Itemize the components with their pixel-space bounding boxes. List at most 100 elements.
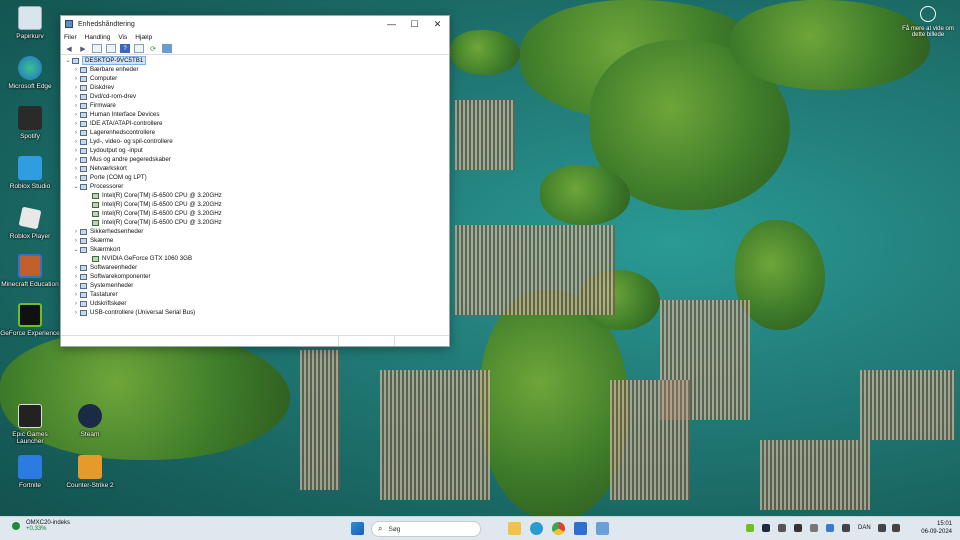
- tree-category[interactable]: › Bærbare enheder: [64, 65, 449, 74]
- expand-icon[interactable]: ›: [72, 130, 80, 136]
- expand-icon[interactable]: ›: [72, 310, 80, 316]
- expand-icon[interactable]: ›: [72, 76, 80, 82]
- expand-icon[interactable]: ›: [72, 274, 80, 280]
- expand-icon[interactable]: ›: [72, 85, 80, 91]
- scan-hardware-icon[interactable]: [162, 44, 172, 53]
- tray-icon[interactable]: [794, 524, 802, 532]
- tree-category[interactable]: › Sikkerhedsenheder: [64, 227, 449, 236]
- start-icon[interactable]: [351, 522, 364, 535]
- desktop-icon-fortnite[interactable]: Fortnite: [0, 455, 60, 489]
- collapse-icon[interactable]: ⌄: [72, 183, 80, 190]
- store-icon[interactable]: [574, 522, 587, 535]
- stock-widget[interactable]: OMXC20-indeks +0,33%: [26, 520, 70, 532]
- tree-category[interactable]: › USB-controllere (Universal Serial Bus): [64, 308, 449, 317]
- expand-icon[interactable]: ›: [72, 292, 80, 298]
- tree-category[interactable]: › Lyd-, video- og spil-controllere: [64, 137, 449, 146]
- expand-icon[interactable]: ›: [72, 238, 80, 244]
- desktop-icon-recycle-bin[interactable]: Papirkurv: [0, 6, 60, 40]
- tree-category[interactable]: › Udskriftskøer: [64, 299, 449, 308]
- maximize-button[interactable]: ☐: [403, 16, 426, 32]
- expand-icon[interactable]: ›: [72, 67, 80, 73]
- tree-category[interactable]: › Computer: [64, 74, 449, 83]
- tree-category[interactable]: › Porte (COM og LPT): [64, 173, 449, 182]
- menu-action[interactable]: Handling: [85, 34, 111, 41]
- tree-root[interactable]: ⌄ DESKTOP-9VC5TB1: [64, 56, 449, 65]
- title-bar[interactable]: Enhedshåndtering — ☐ ✕: [61, 16, 449, 32]
- volume-icon[interactable]: [892, 524, 900, 532]
- collapse-icon[interactable]: ⌄: [72, 246, 80, 253]
- menu-file[interactable]: Filer: [64, 34, 77, 41]
- tree-category[interactable]: › Systemenheder: [64, 281, 449, 290]
- tree-device[interactable]: Intel(R) Core(TM) i5-6500 CPU @ 3.20GHz: [64, 218, 449, 227]
- properties-icon[interactable]: [106, 44, 116, 53]
- tree-category[interactable]: ⌄ Processorer: [64, 182, 449, 191]
- forward-arrow-icon[interactable]: ▶: [78, 44, 88, 53]
- expand-icon[interactable]: ›: [72, 139, 80, 145]
- tree-category[interactable]: › Diskdrev: [64, 83, 449, 92]
- tree-category[interactable]: › Skærme: [64, 236, 449, 245]
- back-arrow-icon[interactable]: ◀: [64, 44, 74, 53]
- steam-tray-icon[interactable]: [762, 524, 770, 532]
- close-button[interactable]: ✕: [426, 16, 449, 32]
- desktop-icon-geforce-experience[interactable]: GeForce Experience: [0, 303, 60, 337]
- tree-device[interactable]: Intel(R) Core(TM) i5-6500 CPU @ 3.20GHz: [64, 200, 449, 209]
- desktop-icon-roblox-player[interactable]: Roblox Player: [0, 206, 60, 240]
- expand-icon[interactable]: ›: [72, 229, 80, 235]
- desktop-icon-spotify[interactable]: Spotify: [0, 106, 60, 140]
- file-explorer-icon[interactable]: [508, 522, 521, 535]
- tray-icon[interactable]: [778, 524, 786, 532]
- tree-category[interactable]: ⌄ Skærmkort: [64, 245, 449, 254]
- tree-category[interactable]: › Softwareenheder: [64, 263, 449, 272]
- expand-icon[interactable]: ›: [72, 148, 80, 154]
- expand-icon[interactable]: ›: [72, 94, 80, 100]
- help-icon[interactable]: ?: [120, 44, 130, 53]
- tree-category[interactable]: › Lagerenhedscontrollere: [64, 128, 449, 137]
- tree-category[interactable]: › Dvd/cd-rom-drev: [64, 92, 449, 101]
- tree-category[interactable]: › Human Interface Devices: [64, 110, 449, 119]
- tree-category[interactable]: › Mus og andre pegeredskaber: [64, 155, 449, 164]
- expand-icon[interactable]: ›: [72, 301, 80, 307]
- expand-icon[interactable]: ›: [72, 283, 80, 289]
- search-box[interactable]: ⌕ Søg: [371, 521, 481, 537]
- clock[interactable]: 15:01 06-09-2024: [921, 520, 952, 536]
- tree-category[interactable]: › Softwarekomponenter: [64, 272, 449, 281]
- edge-taskbar-icon[interactable]: [530, 522, 543, 535]
- tray-icon[interactable]: [842, 524, 850, 532]
- tree-device[interactable]: Intel(R) Core(TM) i5-6500 CPU @ 3.20GHz: [64, 191, 449, 200]
- minimize-button[interactable]: —: [380, 16, 403, 32]
- desktop-icon-counter-strike[interactable]: Counter-Strike 2: [60, 455, 120, 489]
- desktop-icon-roblox-studio[interactable]: Roblox Studio: [0, 156, 60, 190]
- app-icon[interactable]: [596, 522, 609, 535]
- tree-category[interactable]: › IDE ATA/ATAPI-controllere: [64, 119, 449, 128]
- expand-icon[interactable]: ›: [72, 166, 80, 172]
- tree-device[interactable]: Intel(R) Core(TM) i5-6500 CPU @ 3.20GHz: [64, 209, 449, 218]
- desktop-icon-steam[interactable]: Steam: [60, 404, 120, 438]
- chrome-icon[interactable]: [552, 522, 565, 535]
- language-indicator[interactable]: DAN: [858, 525, 871, 531]
- menu-view[interactable]: Vis: [118, 34, 127, 41]
- show-hide-tree-icon[interactable]: [92, 44, 102, 53]
- expand-icon[interactable]: ›: [72, 157, 80, 163]
- tree-device[interactable]: NVIDIA GeForce GTX 1060 3GB: [64, 254, 449, 263]
- expand-icon[interactable]: ›: [72, 121, 80, 127]
- expand-icon[interactable]: ›: [72, 175, 80, 181]
- network-icon[interactable]: [878, 524, 886, 532]
- tray-icon[interactable]: [810, 524, 818, 532]
- expand-icon[interactable]: ›: [72, 103, 80, 109]
- tree-category[interactable]: › Lydoutput og -input: [64, 146, 449, 155]
- desktop-icon-minecraft-education[interactable]: Minecraft Education: [0, 254, 60, 288]
- tray-icon[interactable]: [826, 524, 834, 532]
- desktop-icon-edge[interactable]: Microsoft Edge: [0, 56, 60, 90]
- expand-icon[interactable]: ›: [72, 265, 80, 271]
- desktop-icon-epic-games[interactable]: Epic Games Launcher: [0, 404, 60, 445]
- menu-help[interactable]: Hjælp: [135, 34, 152, 41]
- tree-category[interactable]: › Netværkskort: [64, 164, 449, 173]
- collapse-icon[interactable]: ⌄: [64, 57, 72, 64]
- driver-icon[interactable]: [134, 44, 144, 53]
- tree-category[interactable]: › Firmware: [64, 101, 449, 110]
- device-tree[interactable]: ⌄ DESKTOP-9VC5TB1 › Bærbare enheder › Compu…: [61, 56, 449, 334]
- spotlight-info-button[interactable]: Få mere at vide om dette billede: [900, 6, 956, 38]
- nvidia-tray-icon[interactable]: [746, 524, 754, 532]
- expand-icon[interactable]: ›: [72, 112, 80, 118]
- tree-category[interactable]: › Tastaturer: [64, 290, 449, 299]
